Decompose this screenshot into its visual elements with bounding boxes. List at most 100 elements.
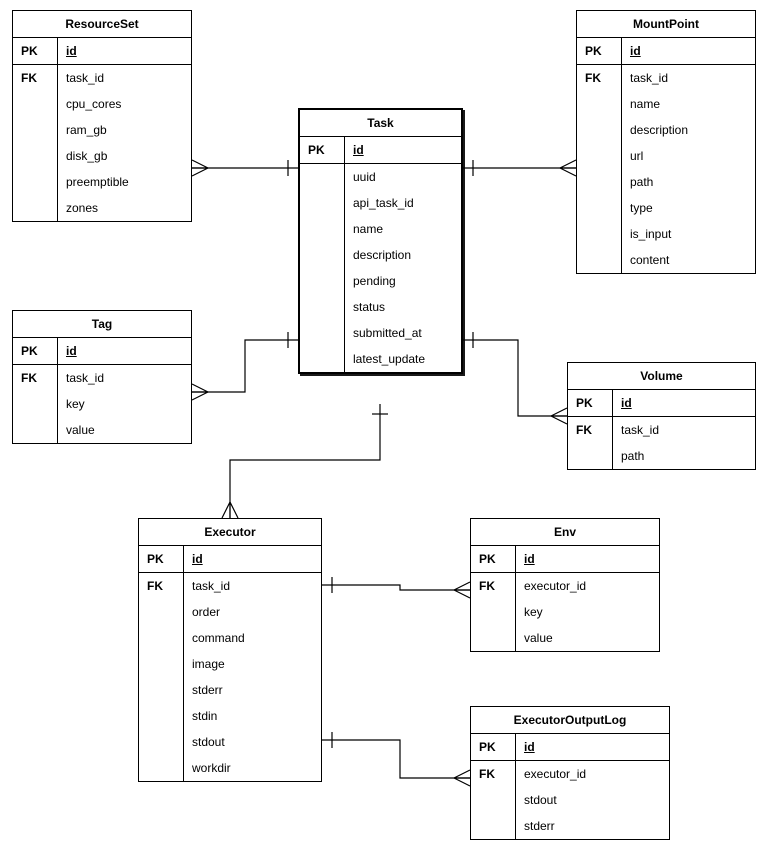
key-col xyxy=(300,294,345,320)
attr-col: stderr xyxy=(184,677,322,703)
key-col xyxy=(577,169,622,195)
attr-col: disk_gb xyxy=(58,143,192,169)
key-col xyxy=(13,417,58,443)
attr-col: stdout xyxy=(184,729,322,755)
table-row: PK id xyxy=(139,546,321,573)
table-row: path xyxy=(568,443,755,469)
attr-col: task_id xyxy=(184,573,322,600)
key-col xyxy=(471,625,516,651)
attr-col: command xyxy=(184,625,322,651)
table-row: order xyxy=(139,599,321,625)
table-row: FKtask_id xyxy=(577,65,755,92)
table-row: FKexecutor_id xyxy=(471,573,659,600)
entity-table: PK id FKtask_id key value xyxy=(13,338,191,443)
key-col xyxy=(300,346,345,372)
entity-title: Tag xyxy=(13,311,191,338)
entity-mountpoint: MountPoint PK id FKtask_id name descript… xyxy=(576,10,756,274)
attr-col: order xyxy=(184,599,322,625)
table-row: type xyxy=(577,195,755,221)
attr-col: task_id xyxy=(622,65,756,92)
key-col xyxy=(300,242,345,268)
attr-col: pending xyxy=(345,268,462,294)
attr-col: image xyxy=(184,651,322,677)
key-col: FK xyxy=(13,65,58,92)
entity-env: Env PK id FKexecutor_id key value xyxy=(470,518,660,652)
table-row: stderr xyxy=(139,677,321,703)
table-row: stdout xyxy=(471,787,669,813)
attr-col: id xyxy=(345,137,462,164)
attr-col: task_id xyxy=(613,417,756,444)
key-col xyxy=(139,677,184,703)
table-row: FKtask_id xyxy=(13,365,191,392)
key-col xyxy=(13,91,58,117)
attr-col: task_id xyxy=(58,65,192,92)
attr-col: is_input xyxy=(622,221,756,247)
table-row: PK id xyxy=(471,546,659,573)
key-col xyxy=(139,625,184,651)
table-row: FKtask_id xyxy=(568,417,755,444)
key-col: PK xyxy=(577,38,622,65)
key-col: FK xyxy=(577,65,622,92)
attr-col: url xyxy=(622,143,756,169)
attr-col: path xyxy=(622,169,756,195)
key-col xyxy=(577,221,622,247)
attr-col: executor_id xyxy=(516,573,660,600)
entity-resourceset: ResourceSet PK id FKtask_id cpu_cores ra… xyxy=(12,10,192,222)
table-row: uuid xyxy=(300,164,461,191)
table-row: name xyxy=(300,216,461,242)
table-row: command xyxy=(139,625,321,651)
entity-title: Env xyxy=(471,519,659,546)
entity-table: PK id FKtask_id cpu_cores ram_gb disk_gb… xyxy=(13,38,191,221)
table-row: FKexecutor_id xyxy=(471,761,669,788)
table-row: zones xyxy=(13,195,191,221)
attr-col: name xyxy=(622,91,756,117)
entity-table: PK id FKtask_id order command image stde… xyxy=(139,546,321,781)
key-col xyxy=(300,268,345,294)
table-row: preemptible xyxy=(13,169,191,195)
table-row: ram_gb xyxy=(13,117,191,143)
key-col xyxy=(13,117,58,143)
attr-col: key xyxy=(516,599,660,625)
key-col: PK xyxy=(471,546,516,573)
key-col xyxy=(577,247,622,273)
key-col xyxy=(139,599,184,625)
er-diagram-canvas: ResourceSet PK id FKtask_id cpu_cores ra… xyxy=(0,0,764,865)
key-col: FK xyxy=(568,417,613,444)
key-col xyxy=(300,320,345,346)
key-col: PK xyxy=(568,390,613,417)
key-col: PK xyxy=(471,734,516,761)
table-row: value xyxy=(471,625,659,651)
table-row: submitted_at xyxy=(300,320,461,346)
attr-col: id xyxy=(516,734,670,761)
attr-col: id xyxy=(622,38,756,65)
key-col: FK xyxy=(139,573,184,600)
attr-col: zones xyxy=(58,195,192,221)
attr-col: key xyxy=(58,391,192,417)
table-row: latest_update xyxy=(300,346,461,372)
key-col xyxy=(13,195,58,221)
attr-col: description xyxy=(345,242,462,268)
attr-col: workdir xyxy=(184,755,322,781)
entity-table: PK id FKexecutor_id stdout stderr xyxy=(471,734,669,839)
table-row: PK id xyxy=(300,137,461,164)
attr-col: name xyxy=(345,216,462,242)
attr-col: uuid xyxy=(345,164,462,191)
key-col: PK xyxy=(13,338,58,365)
key-col: FK xyxy=(471,761,516,788)
table-row: path xyxy=(577,169,755,195)
attr-col: path xyxy=(613,443,756,469)
table-row: FKtask_id xyxy=(13,65,191,92)
table-row: PK id xyxy=(577,38,755,65)
entity-table: PK id FKtask_id path xyxy=(568,390,755,469)
attr-col: preemptible xyxy=(58,169,192,195)
table-row: FKtask_id xyxy=(139,573,321,600)
key-col xyxy=(471,787,516,813)
table-row: key xyxy=(13,391,191,417)
key-col xyxy=(300,216,345,242)
key-col xyxy=(13,391,58,417)
table-row: stdout xyxy=(139,729,321,755)
entity-title: Executor xyxy=(139,519,321,546)
table-row: workdir xyxy=(139,755,321,781)
table-row: url xyxy=(577,143,755,169)
attr-col: id xyxy=(516,546,660,573)
